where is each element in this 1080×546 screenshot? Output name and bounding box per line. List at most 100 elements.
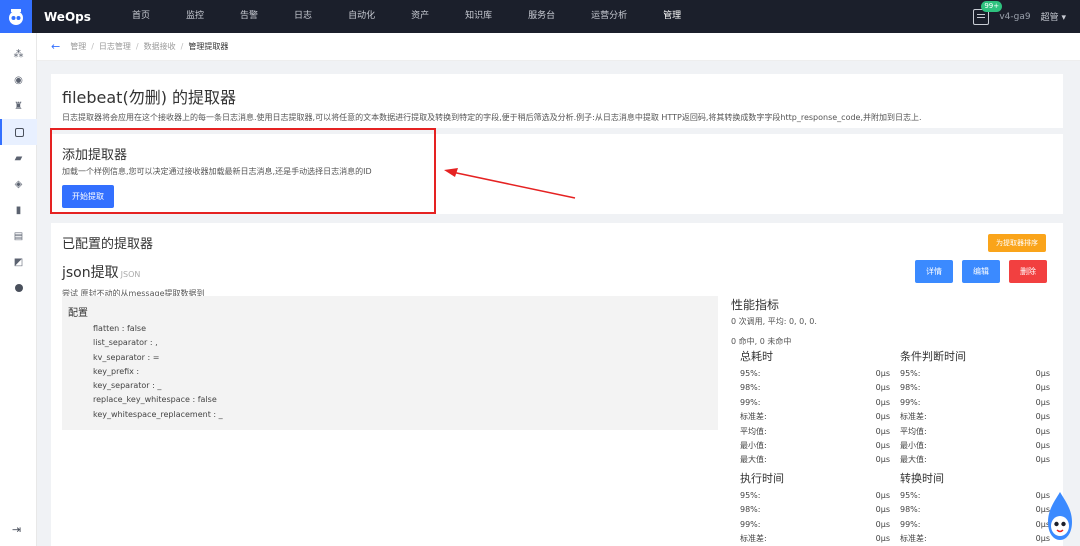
nav-manage[interactable]: 管理 — [645, 0, 699, 33]
breadcrumb-current: 管理提取器 — [188, 42, 229, 51]
stat-label: 95%: — [900, 491, 921, 500]
stat-label: 98%: — [900, 505, 921, 515]
user-menu[interactable]: 超管 ▾ — [1041, 10, 1066, 23]
sidebar-item-chart[interactable]: ◩ — [0, 249, 37, 275]
config-item: kv_separator : = — [93, 352, 160, 362]
breadcrumb-item[interactable]: 管理 — [70, 41, 86, 52]
config-item: list_separator : , — [93, 338, 158, 348]
stat-group: 执行时间 95%: 0μs 98%: 0μs 99%: 0μs 标准差: 0μs — [740, 470, 890, 546]
layers-icon: ◈ — [14, 178, 23, 190]
stat-group: 总耗时 95%: 0μs 98%: 0μs 99%: 0μs 标准差: 0μs 平均值: 0μs 最小… — [740, 348, 890, 468]
stat-label: 标准差: — [900, 412, 927, 422]
extractor-name: json提取 — [62, 265, 119, 281]
stat-row: 98%: 0μs — [740, 381, 890, 395]
stat-value: 0μs — [875, 441, 890, 451]
detail-button[interactable]: 详情 — [915, 260, 953, 283]
extractor-name-row: json提取 JSON — [62, 262, 1052, 282]
edit-button[interactable]: 编辑 — [962, 260, 1000, 283]
stat-label: 最小值: — [740, 441, 767, 451]
sidebar-item-robot[interactable]: ♜ — [0, 93, 37, 119]
config-item: flatten : false — [93, 324, 147, 333]
stat-row: 平均值: 0μs — [900, 425, 1050, 439]
sidebar-item-clipboard[interactable]: ▤ — [0, 223, 37, 249]
breadcrumb: ← 管理 / 日志管理 / 数据接收 / 管理提取器 — [37, 33, 1080, 61]
performance-title: 性能指标 — [731, 298, 780, 312]
assistant-mascot-icon[interactable] — [1044, 490, 1076, 542]
stat-label: 标准差: — [740, 534, 767, 544]
nav-assets[interactable]: 资产 — [393, 0, 447, 33]
location-icon: ◉ — [14, 74, 23, 86]
logo-icon[interactable] — [0, 0, 32, 33]
stat-row: 最大值: 0μs — [900, 453, 1050, 467]
back-arrow-icon[interactable]: ← — [51, 40, 60, 53]
nav-service-desk[interactable]: 服务台 — [510, 0, 573, 33]
nav-monitor[interactable]: 监控 — [168, 0, 222, 33]
stat-label: 最大值: — [900, 455, 927, 465]
extractor-type: JSON — [120, 270, 141, 279]
stat-row: 标准差: 0μs — [740, 532, 890, 546]
breadcrumb-item[interactable]: 数据接收 — [144, 41, 176, 52]
stat-value: 0μs — [875, 412, 890, 422]
stat-group-title: 执行时间 — [740, 472, 784, 485]
delete-button[interactable]: 删除 — [1009, 260, 1047, 283]
cluster-icon: ⁂ — [13, 48, 24, 60]
message-icon[interactable]: 99+ — [973, 0, 1003, 25]
stat-value: 0μs — [1035, 455, 1050, 465]
nav-knowledge[interactable]: 知识库 — [447, 0, 510, 33]
stat-label: 98%: — [740, 505, 761, 515]
stat-row: 95%: 0μs — [740, 367, 890, 381]
extractor-actions: 详情 编辑 删除 — [915, 260, 1047, 283]
stat-value: 0μs — [875, 505, 890, 515]
stat-label: 最大值: — [740, 455, 767, 465]
stat-value: 0μs — [1035, 412, 1050, 422]
annotation-arrow — [444, 168, 576, 199]
sidebar-item-log[interactable] — [0, 119, 37, 145]
stat-value: 0μs — [1035, 426, 1050, 436]
stat-value: 0μs — [1035, 383, 1050, 393]
stat-row: 99%: 0μs — [900, 396, 1050, 410]
stat-row: 标准差: 0μs — [900, 532, 1050, 546]
nav-home[interactable]: 首页 — [114, 0, 168, 33]
stat-row: 95%: 0μs — [900, 367, 1050, 381]
stat-value: 0μs — [1035, 397, 1050, 407]
stat-group: 转换时间 95%: 0μs 98%: 0μs 99%: 0μs 标准差: 0μs — [900, 470, 1050, 546]
stat-row: 99%: 0μs — [900, 518, 1050, 532]
sidebar-item-location[interactable]: ◉ — [0, 67, 37, 93]
nav-automation[interactable]: 自动化 — [330, 0, 393, 33]
nav-log[interactable]: 日志 — [276, 0, 330, 33]
stat-row: 98%: 0μs — [900, 381, 1050, 395]
stat-row: 99%: 0μs — [740, 518, 890, 532]
stat-group-title: 转换时间 — [900, 472, 944, 485]
configured-title: 已配置的提取器 — [62, 237, 154, 252]
collapse-icon[interactable]: ⇥ — [12, 523, 21, 536]
sidebar-item-briefcase[interactable]: ▰ — [0, 145, 37, 171]
briefcase-icon: ▰ — [14, 152, 23, 164]
stat-value: 0μs — [875, 455, 890, 465]
stat-row: 标准差: 0μs — [900, 410, 1050, 424]
stat-row: 95%: 0μs — [900, 489, 1050, 503]
nav-analytics[interactable]: 运营分析 — [573, 0, 645, 33]
stat-value: 0μs — [1035, 369, 1050, 378]
stat-label: 标准差: — [900, 534, 927, 544]
config-title: 配置 — [68, 308, 88, 319]
breadcrumb-separator: / — [91, 42, 94, 51]
config-panel: 配置 flatten : false list_separator : , kv… — [62, 296, 718, 430]
sidebar-item-layers[interactable]: ◈ — [0, 171, 37, 197]
sidebar-item-settings[interactable] — [0, 275, 37, 301]
stat-group-title: 条件判断时间 — [900, 350, 966, 363]
top-navbar: WeOps 首页 监控 告警 日志 自动化 资产 知识库 服务台 运营分析 管理… — [0, 0, 1080, 33]
stat-label: 99%: — [900, 519, 921, 529]
sidebar-item-cluster[interactable]: ⁂ — [0, 41, 37, 67]
book-icon: ▮ — [15, 204, 22, 216]
stat-row: 最小值: 0μs — [740, 439, 890, 453]
stat-label: 95%: — [740, 491, 761, 500]
nav-alert[interactable]: 告警 — [222, 0, 276, 33]
breadcrumb-item[interactable]: 日志管理 — [99, 41, 131, 52]
sidebar-item-book[interactable]: ▮ — [0, 197, 37, 223]
top-right-area: 99+ v4-ga9 超管 ▾ — [973, 0, 1066, 33]
brand-name: WeOps — [44, 9, 91, 24]
stat-label: 最小值: — [900, 441, 927, 451]
stat-value: 0μs — [875, 519, 890, 529]
sort-extractors-button[interactable]: 为提取器排序 — [988, 234, 1046, 252]
stat-group-title: 总耗时 — [740, 350, 773, 363]
